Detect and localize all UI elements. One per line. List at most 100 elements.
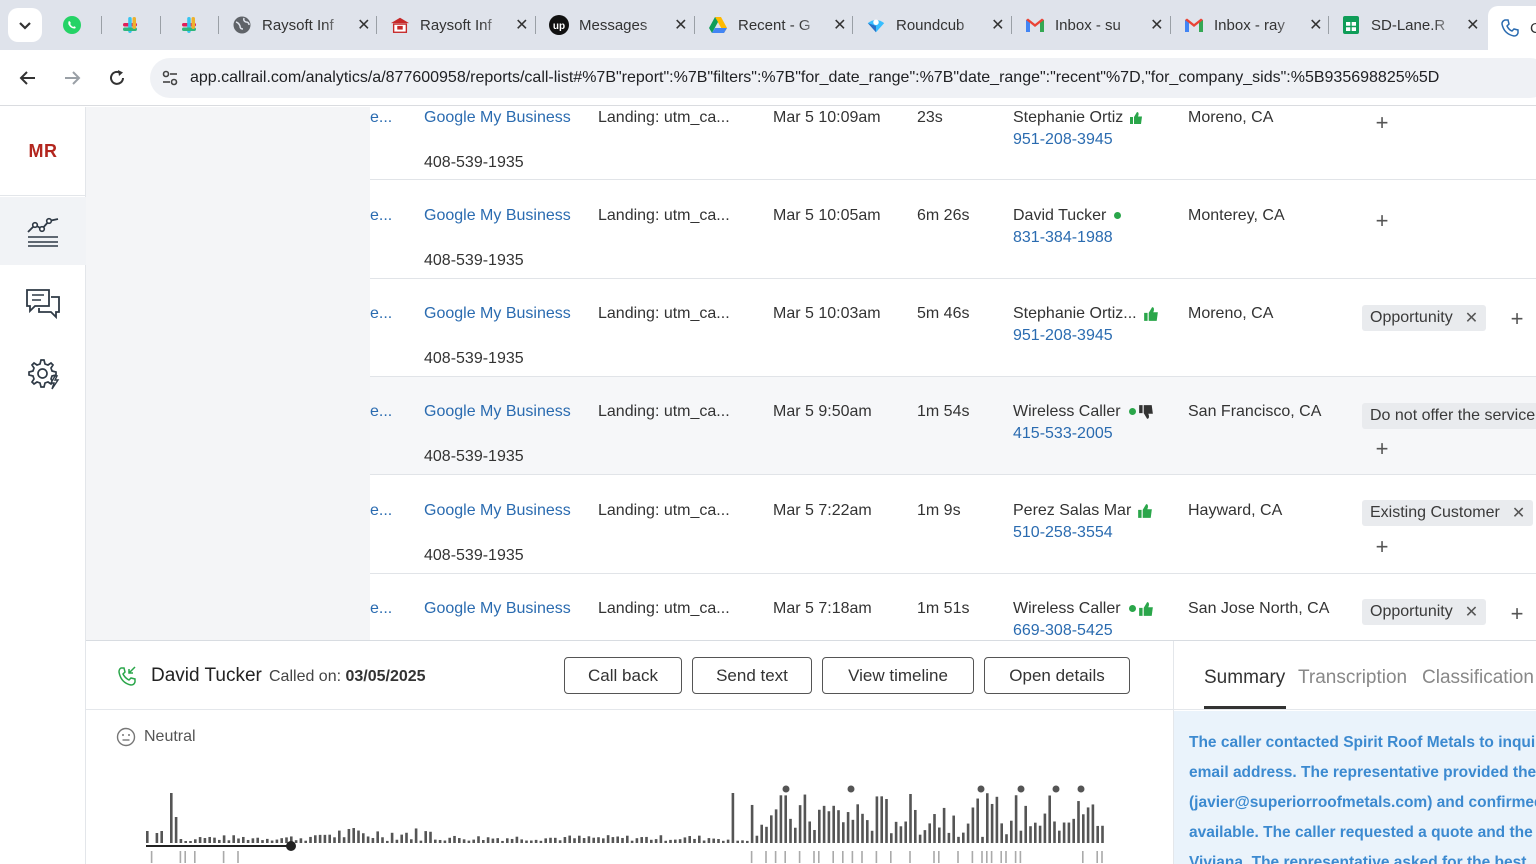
add-tag-button[interactable]: + (1372, 210, 1392, 232)
site-settings-icon[interactable] (150, 69, 190, 87)
caller-phone[interactable]: 831-384-1988 (1013, 229, 1113, 247)
waveform-tick (1101, 851, 1103, 863)
tab-search-button[interactable] (8, 8, 42, 42)
tab-inbox-su[interactable]: Inbox - su ✕ (1025, 8, 1165, 42)
waveform-bar (1058, 830, 1061, 843)
tab-slack-1[interactable] (120, 8, 146, 42)
waveform-bar (952, 815, 955, 843)
waveform-bar (189, 841, 192, 843)
tab-inbox-ray[interactable]: Inbox - ray ✕ (1184, 8, 1324, 42)
source-link[interactable]: Google My Business (424, 109, 571, 127)
waveform-bar (458, 838, 461, 843)
call-detail-header: David Tucker Called on: 03/05/2025 Call … (86, 641, 1173, 710)
reload-button[interactable] (103, 64, 131, 92)
caller-phone[interactable]: 415-533-2005 (1013, 425, 1113, 443)
remove-tag-icon[interactable]: ✕ (1465, 308, 1478, 328)
roundcube-icon (866, 15, 886, 35)
source-link[interactable]: Google My Business (424, 403, 571, 421)
nav-settings[interactable] (0, 340, 86, 408)
source-link[interactable]: Google My Business (424, 502, 571, 520)
tab-roundcube[interactable]: Roundcub ✕ (866, 8, 1006, 42)
waveform-bar (587, 836, 591, 843)
close-icon[interactable]: ✕ (356, 15, 372, 35)
view-timeline-button[interactable]: View timeline (822, 657, 974, 694)
url-text: app.callrail.com/analytics/a/877600958/r… (190, 69, 1440, 86)
remove-tag-icon[interactable]: ✕ (1512, 503, 1525, 523)
tab-transcription[interactable]: Transcription (1298, 667, 1407, 689)
table-row[interactable]: e... Google My Business 408-539-1935 Lan… (370, 107, 1536, 180)
tab-sd-lane[interactable]: SD-Lane.R ✕ (1341, 8, 1481, 42)
caller-phone[interactable]: 951-208-3945 (1013, 131, 1113, 149)
table-row[interactable]: e... Google My Business Landing: utm_ca.… (370, 574, 1536, 640)
add-tag-button[interactable]: + (1372, 112, 1392, 134)
tab-raysoft-1[interactable]: Raysoft Inf ✕ (232, 8, 372, 42)
tab-whatsapp[interactable] (62, 8, 88, 42)
add-tag-button[interactable]: + (1372, 536, 1392, 558)
table-row[interactable]: e... Google My Business 408-539-1935 Lan… (370, 377, 1536, 475)
tag-chip[interactable]: Do not offer the service (1362, 403, 1536, 429)
table-row[interactable]: e... Google My Business 408-539-1935 Lan… (370, 181, 1536, 279)
add-tag-button[interactable]: + (1507, 308, 1527, 330)
tab-raysoft-2[interactable]: Raysoft Inf ✕ (390, 8, 530, 42)
call-back-button[interactable]: Call back (564, 657, 682, 694)
summary-line: The caller contacted Spirit Roof Metals … (1189, 734, 1536, 751)
waveform-tick (875, 851, 878, 863)
table-row[interactable]: e... Google My Business 408-539-1935 Lan… (370, 279, 1536, 377)
waveform-tick (184, 851, 186, 863)
tab-messages[interactable]: up Messages ✕ (549, 8, 689, 42)
open-details-button[interactable]: Open details (984, 657, 1130, 694)
audio-waveform[interactable] (141, 779, 1121, 864)
source-link[interactable]: Google My Business (424, 305, 571, 323)
caller-phone[interactable]: 510-258-3554 (1013, 524, 1113, 542)
waveform-bar (256, 837, 259, 843)
truncated-cell[interactable]: e... (370, 207, 392, 225)
close-icon[interactable]: ✕ (990, 15, 1006, 35)
waveform-bar (179, 839, 183, 843)
tab-slack-2[interactable] (179, 8, 205, 42)
tab-callrail-active[interactable]: C (1488, 6, 1536, 50)
tab-classification[interactable]: Classification (1422, 667, 1534, 689)
address-bar[interactable]: app.callrail.com/analytics/a/877600958/r… (150, 58, 1536, 98)
summary-text: The caller contacted Spirit Roof Metals … (1189, 728, 1536, 864)
sentiment-indicator: Neutral (116, 727, 196, 747)
waveform-bar (818, 809, 821, 843)
back-button[interactable] (14, 64, 42, 92)
tag-chip[interactable]: Opportunity ✕ (1362, 305, 1487, 331)
account-logo[interactable]: MR (0, 141, 86, 162)
close-icon[interactable]: ✕ (1308, 15, 1324, 35)
close-icon[interactable]: ✕ (1149, 15, 1165, 35)
waveform-bar (261, 840, 264, 843)
close-icon[interactable]: ✕ (1465, 15, 1481, 35)
add-tag-button[interactable]: + (1372, 438, 1392, 460)
truncated-cell[interactable]: e... (370, 403, 392, 421)
truncated-cell[interactable]: e... (370, 109, 392, 127)
waveform-bar (846, 812, 850, 843)
add-tag-button[interactable]: + (1507, 603, 1527, 625)
tag-chip[interactable]: Opportunity ✕ (1362, 599, 1487, 625)
send-text-button[interactable]: Send text (692, 657, 812, 694)
truncated-cell[interactable]: e... (370, 600, 392, 618)
nav-conversations[interactable] (0, 269, 86, 337)
close-icon[interactable]: ✕ (673, 15, 689, 35)
source-link[interactable]: Google My Business (424, 600, 571, 618)
waveform-bar (198, 837, 202, 843)
truncated-cell[interactable]: e... (370, 502, 392, 520)
table-row[interactable]: e... Google My Business 408-539-1935 Lan… (370, 476, 1536, 574)
forward-button[interactable] (58, 64, 86, 92)
caller-phone[interactable]: 669-308-5425 (1013, 622, 1113, 640)
tracking-number: 408-539-1935 (424, 350, 524, 367)
source-link[interactable]: Google My Business (424, 207, 571, 225)
tab-summary[interactable]: Summary (1204, 667, 1285, 689)
caller-phone[interactable]: 951-208-3945 (1013, 327, 1113, 345)
close-icon[interactable]: ✕ (514, 15, 530, 35)
truncated-cell[interactable]: e... (370, 305, 392, 323)
tag-chip[interactable]: Existing Customer ✕ (1362, 500, 1534, 526)
nav-analytics[interactable] (0, 197, 86, 265)
waveform-bar (760, 824, 763, 843)
close-icon[interactable]: ✕ (832, 15, 848, 35)
tab-google-drive[interactable]: Recent - G ✕ (708, 8, 848, 42)
playhead-knob[interactable] (286, 841, 296, 851)
waveform-bar (827, 811, 831, 843)
remove-tag-icon[interactable]: ✕ (1465, 602, 1478, 622)
waveform-bar (654, 839, 658, 843)
